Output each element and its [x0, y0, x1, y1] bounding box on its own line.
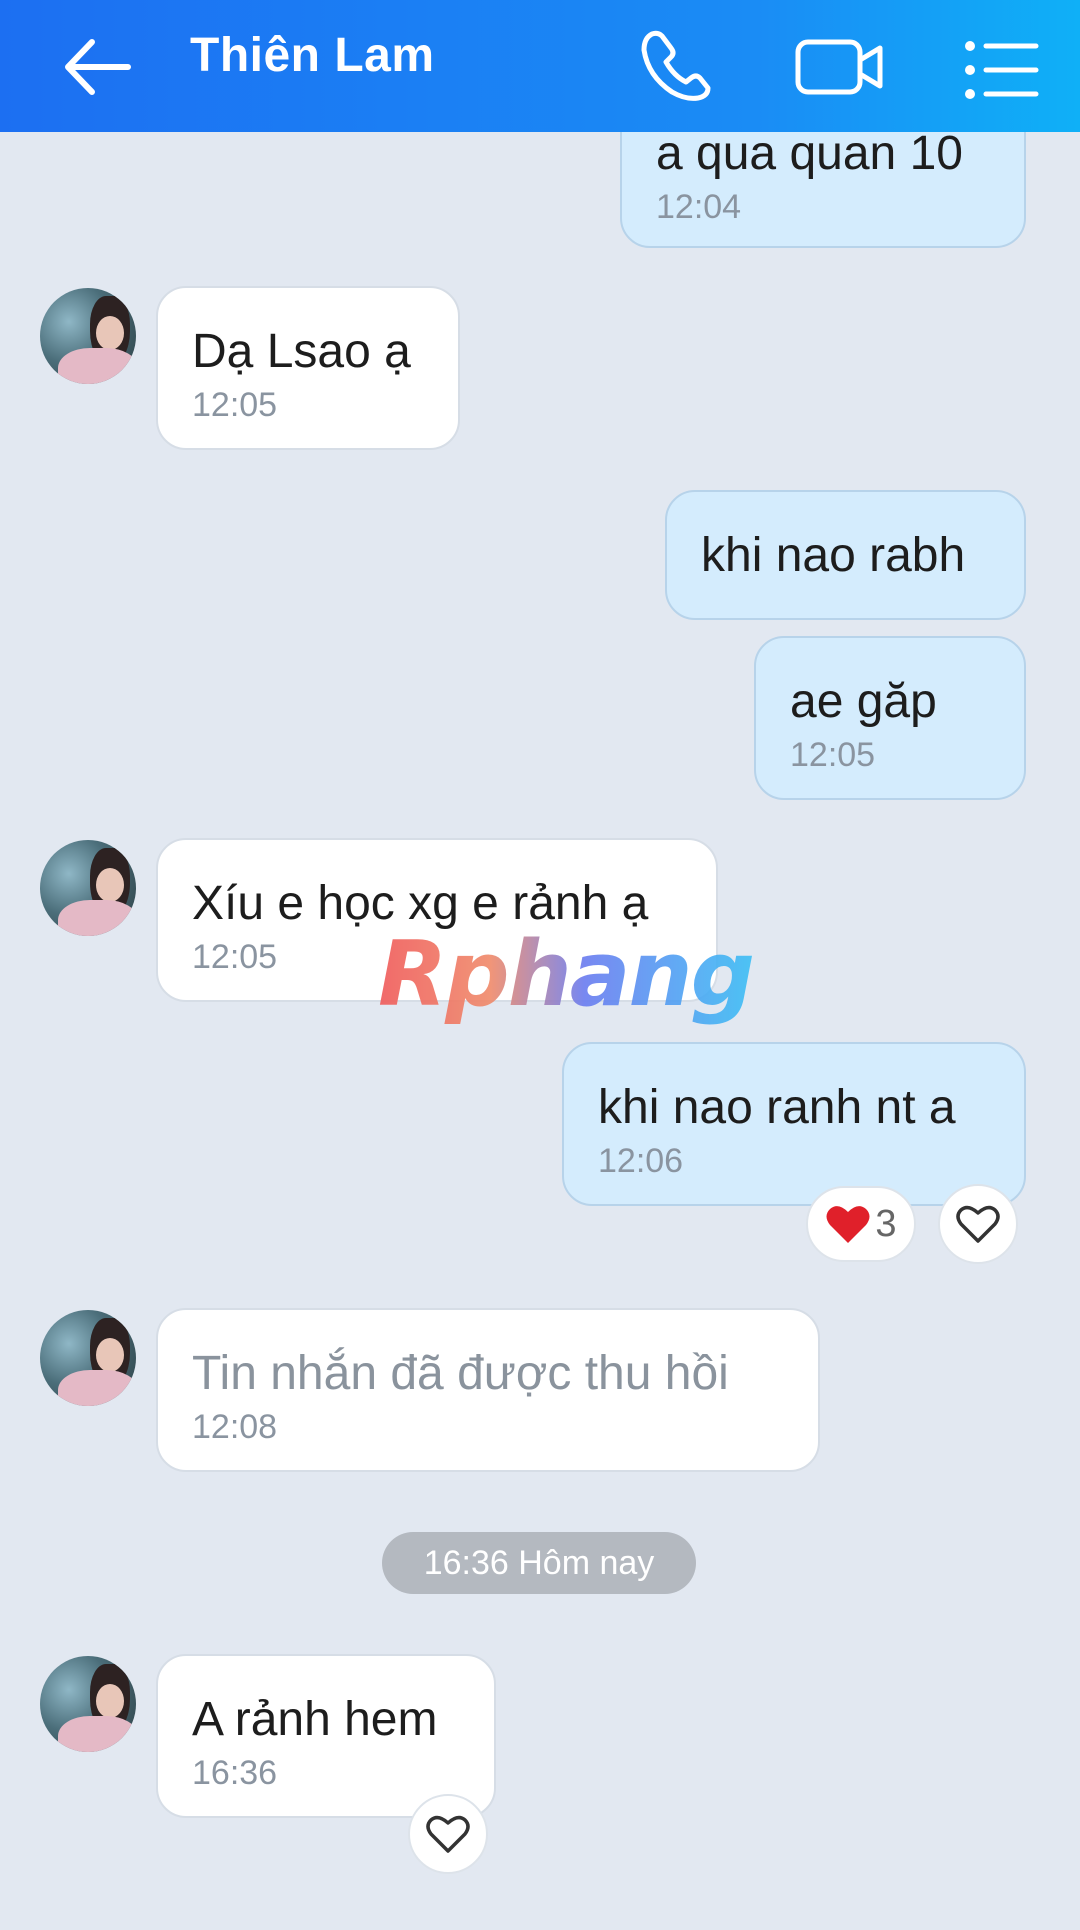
- react-button[interactable]: [408, 1794, 488, 1874]
- react-button[interactable]: [938, 1184, 1018, 1264]
- outgoing-message[interactable]: khi nao rabh: [665, 490, 1026, 620]
- watermark-logo: Rphang: [378, 922, 755, 1027]
- contact-name[interactable]: Thiên Lam: [190, 28, 435, 83]
- arrow-left-icon: [65, 39, 131, 95]
- message-list[interactable]: a qua quan 10 12:04 Dạ Lsao ạ 12:05 khi …: [0, 132, 1080, 1930]
- outgoing-message[interactable]: a qua quan 10 12:04: [620, 132, 1026, 248]
- voice-call-button[interactable]: [628, 20, 728, 110]
- back-button[interactable]: [58, 22, 154, 112]
- message-time: 12:05: [192, 386, 278, 424]
- avatar[interactable]: [40, 1656, 136, 1752]
- heart-filled-icon: [826, 1206, 870, 1243]
- chat-header: Thiên Lam: [0, 0, 1080, 132]
- outgoing-message[interactable]: ae găp 12:05: [754, 636, 1026, 800]
- avatar[interactable]: [40, 1310, 136, 1406]
- message-time: 12:08: [192, 1408, 278, 1446]
- recalled-message[interactable]: Tin nhắn đã được thu hồi 12:08: [156, 1308, 820, 1472]
- options-menu-button[interactable]: [950, 20, 1050, 110]
- phone-icon: [641, 30, 711, 101]
- message-time: 12:06: [598, 1142, 684, 1180]
- message-time: 12:04: [656, 188, 742, 226]
- message-text: khi nao rabh: [701, 529, 966, 582]
- message-text: khi nao ranh nt a: [598, 1081, 956, 1134]
- reaction-summary[interactable]: 3: [806, 1186, 916, 1262]
- message-text: a qua quan 10: [656, 132, 963, 180]
- date-separator: 16:36 Hôm nay: [382, 1532, 696, 1594]
- message-time: 16:36: [192, 1754, 278, 1792]
- reaction-count: 3: [875, 1202, 897, 1245]
- list-menu-icon: [965, 41, 1039, 99]
- message-time: 12:05: [790, 736, 876, 774]
- heart-outline-icon: [956, 1205, 1000, 1243]
- heart-outline-icon: [426, 1815, 470, 1853]
- outgoing-message[interactable]: khi nao ranh nt a 12:06: [562, 1042, 1026, 1206]
- incoming-message[interactable]: Dạ Lsao ạ 12:05: [156, 286, 460, 450]
- message-text: A rảnh hem: [192, 1693, 438, 1746]
- video-call-button[interactable]: [790, 20, 890, 110]
- message-text: ae găp: [790, 675, 937, 728]
- avatar[interactable]: [40, 288, 136, 384]
- video-camera-icon: [795, 39, 883, 95]
- avatar[interactable]: [40, 840, 136, 936]
- message-text: Tin nhắn đã được thu hồi: [192, 1347, 729, 1400]
- message-text: Dạ Lsao ạ: [192, 325, 411, 378]
